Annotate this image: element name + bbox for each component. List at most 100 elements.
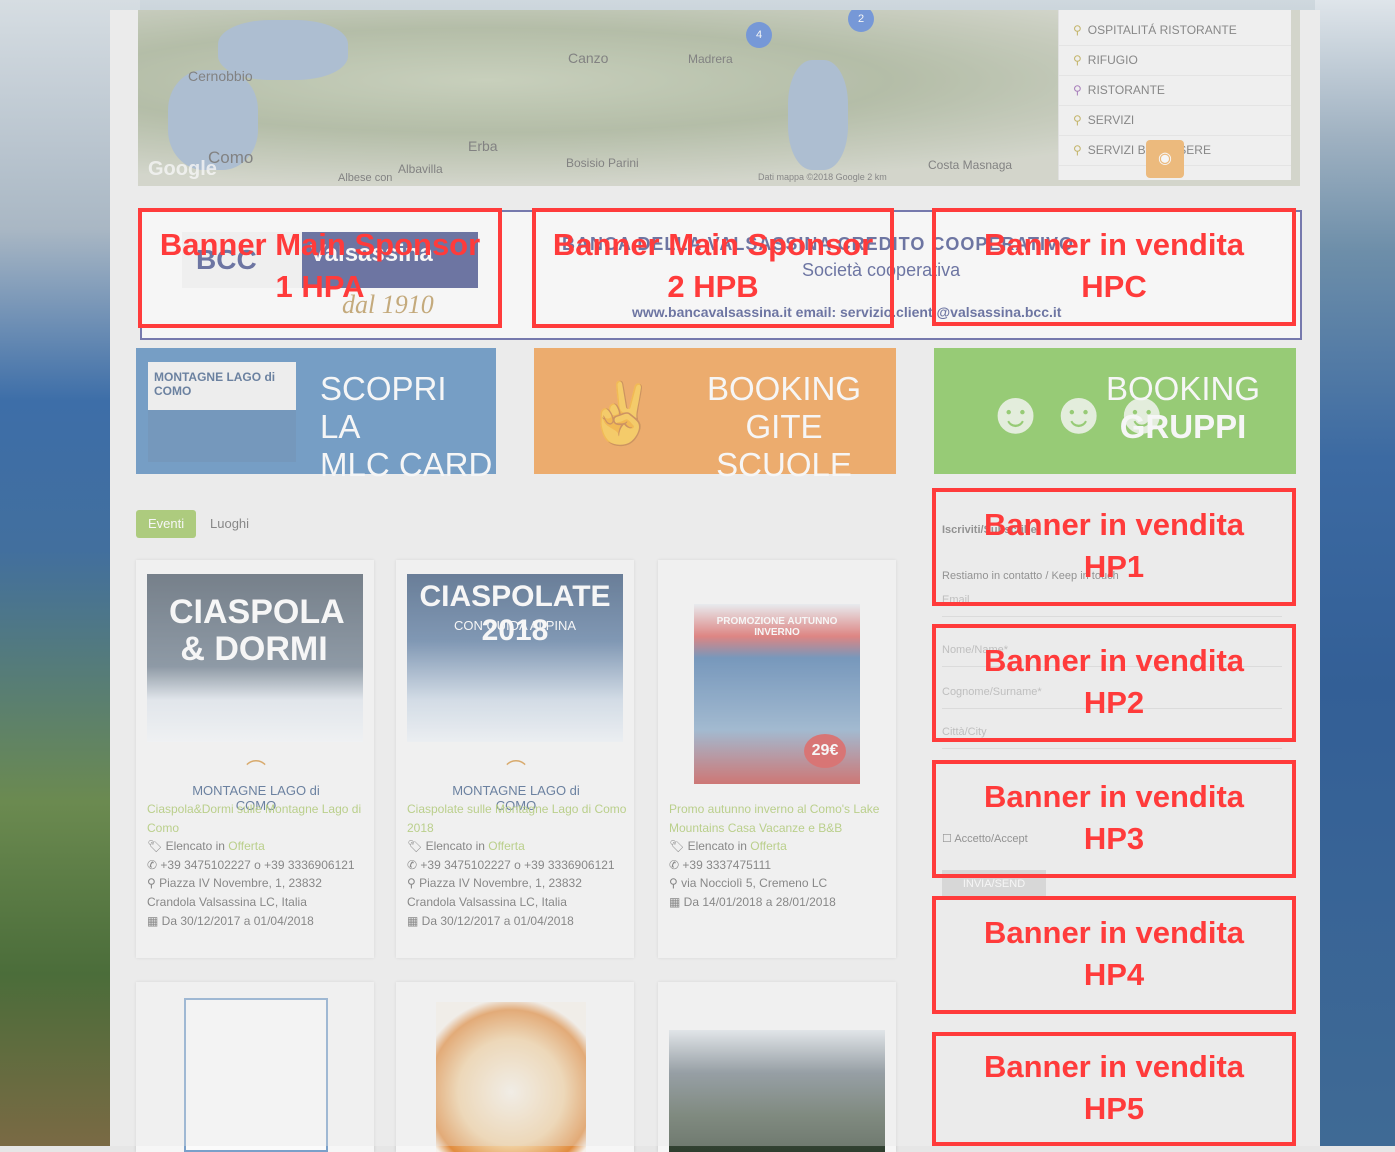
tab-eventi[interactable]: Eventi <box>136 510 197 538</box>
banner-hpa-label: Banner Main Sponsor 1 HPA <box>159 227 481 304</box>
mlc-tile-line1: SCOPRI LA <box>320 370 447 445</box>
phone-icon: ✆ <box>147 857 161 872</box>
google-logo: Google <box>148 158 217 180</box>
event-image <box>436 1002 586 1152</box>
map-label: Albavilla <box>398 162 443 176</box>
event-dates-row: ▦ Da 14/01/2018 a 28/01/2018 <box>669 893 889 912</box>
poi-label: SERVIZI <box>1087 113 1135 127</box>
poi-item[interactable]: ⚲ RIFUGIO <box>1059 46 1291 76</box>
category-link[interactable]: Offerta <box>488 839 524 853</box>
listed-label: Elencato in <box>425 839 485 854</box>
map[interactable]: Canzo Cernobbio Erba Como Bosisio Parini… <box>138 10 1300 186</box>
poi-item[interactable]: ⚲ RISTORANTE <box>1059 76 1291 106</box>
scuole-tile-text: BOOKING GITE SCUOLE <box>694 370 874 484</box>
event-phone-row: ✆ +39 3475102227 o +39 3336906121 <box>407 856 627 875</box>
event-address: Piazza IV Novembre, 1, 23832 Crandola Va… <box>147 876 322 909</box>
mlc-logo: ⌒ MONTAGNE LAGO di COMO <box>192 754 320 813</box>
school-trip-icon: ✌ <box>584 380 659 447</box>
map-label: Cernobbio <box>188 68 253 84</box>
event-card[interactable]: PROMOZIONE AUTUNNO INVERNO 29€ Promo aut… <box>658 560 896 958</box>
event-card[interactable] <box>396 982 634 1152</box>
banner-hp2-label: Banner in vendita HP2 <box>983 643 1245 720</box>
map-label: Costa Masnaga <box>928 158 1013 172</box>
banner-hpb-label: Banner Main Sponsor 2 HPB <box>552 227 874 304</box>
gruppi-tile-line1: BOOKING <box>1105 370 1261 407</box>
pin-icon: ⚲ <box>1073 53 1082 67</box>
mlc-card-strip <box>148 410 296 462</box>
event-category-row: 🏷 Elencato in Offerta <box>669 837 889 856</box>
event-image-subtitle: CON GUIDA ALPINA <box>453 618 577 633</box>
calendar-icon: ▦ <box>147 913 162 928</box>
event-title[interactable]: Promo autunno inverno al Como's Lake Mou… <box>669 800 889 837</box>
tag-icon: 🏷 <box>407 839 426 854</box>
event-image-title: CIASPOLA & DORMI <box>169 593 345 669</box>
poi-item[interactable]: ⚲ SERVIZI <box>1059 106 1291 136</box>
lake-shape <box>788 60 848 170</box>
event-phone: +39 3337475111 <box>682 857 772 872</box>
event-dates: Da 30/12/2017 a 01/04/2018 <box>161 913 314 928</box>
mlc-tile-text: SCOPRI LA MLC CARD <box>320 370 496 484</box>
pin-icon: ⚲ <box>1073 83 1082 97</box>
category-link[interactable]: Offerta <box>228 839 264 853</box>
gruppi-tile-text: BOOKING GRUPPI <box>1100 370 1266 446</box>
mountain-icon: ⌒ <box>506 760 526 782</box>
event-dates: Da 14/01/2018 a 28/01/2018 <box>683 894 836 909</box>
mlc-tile-line2: MLC CARD <box>320 445 493 483</box>
event-title[interactable]: Ciaspolate sulle Montagne Lago di Como 2… <box>407 800 627 837</box>
poi-label: RISTORANTE <box>1087 83 1165 97</box>
listed-label: Elencato in <box>165 839 225 854</box>
map-cluster-marker[interactable]: 2 <box>848 10 874 32</box>
phone-icon: ✆ <box>669 857 683 872</box>
calendar-icon: ▦ <box>669 894 684 909</box>
event-address-row: ⚲ Piazza IV Novembre, 1, 23832 Crandola … <box>407 874 627 911</box>
banner-hp3-label: Banner in vendita HP3 <box>983 779 1245 856</box>
mlc-card-image: MONTAGNE LAGO di COMO <box>148 362 296 462</box>
poi-label: RIFUGIO <box>1087 53 1138 67</box>
pin-icon: ⚲ <box>1073 143 1082 157</box>
map-label: Erba <box>468 138 498 154</box>
calendar-icon: ▦ <box>407 913 422 928</box>
mlc-card-tile[interactable]: MONTAGNE LAGO di COMO SCOPRI LA MLC CARD <box>136 348 496 483</box>
banner-hpc-label: Banner in vendita HPC <box>983 227 1245 304</box>
banner-hp4-label: Banner in vendita HP4 <box>983 915 1245 992</box>
map-cluster-marker[interactable]: 4 <box>746 22 772 48</box>
event-card[interactable]: CIASPOLATE 2018 CON GUIDA ALPINA ⌒ MONTAG… <box>396 560 634 958</box>
map-label: Albese con <box>338 172 393 184</box>
event-details: Ciaspolate sulle Montagne Lago di Como 2… <box>407 800 627 930</box>
event-image: CIASPOLATE 2018 CON GUIDA ALPINA <box>407 574 623 742</box>
event-image-title: PROMOZIONE AUTUNNO INVERNO <box>716 616 838 638</box>
location-icon: ⚲ <box>407 876 420 891</box>
event-card[interactable] <box>136 982 374 1152</box>
tag-icon: 🏷 <box>669 839 688 854</box>
event-image <box>669 1030 885 1152</box>
booking-gruppi-tile[interactable]: ☻☻☻ BOOKING GRUPPI <box>934 348 1296 474</box>
listed-label: Elencato in <box>687 839 747 854</box>
eye-toggle-icon[interactable]: ◉ <box>1146 140 1184 178</box>
event-dates: Da 30/12/2017 a 01/04/2018 <box>421 913 574 928</box>
event-title[interactable]: Ciaspola&Dormi sulle Montagne Lago di Co… <box>147 800 367 837</box>
event-card[interactable] <box>658 982 896 1152</box>
event-details: Ciaspola&Dormi sulle Montagne Lago di Co… <box>147 800 367 930</box>
event-phone: +39 3475102227 o +39 3336906121 <box>160 857 355 872</box>
category-link[interactable]: Offerta <box>750 839 786 853</box>
pin-icon: ⚲ <box>1073 113 1082 127</box>
map-label: Bosisio Parini <box>566 156 639 170</box>
banner-hp1-label: Banner in vendita HP1 <box>983 507 1245 584</box>
poi-item[interactable]: ⚲ OSPITALITÁ RISTORANTE <box>1059 16 1291 46</box>
gruppi-tile-line2: GRUPPI <box>1119 407 1247 445</box>
background-right-strip <box>1315 0 1395 1146</box>
event-details: Promo autunno inverno al Como's Lake Mou… <box>669 800 889 912</box>
mlc-logo: ⌒ MONTAGNE LAGO di COMO <box>452 754 580 813</box>
pin-icon: ⚲ <box>1073 23 1082 37</box>
mountain-icon: ⌒ <box>246 760 266 782</box>
event-dates-row: ▦ Da 30/12/2017 a 01/04/2018 <box>407 912 627 931</box>
booking-gite-scuole-tile[interactable]: ✌ BOOKING GITE SCUOLE <box>534 348 896 483</box>
event-card[interactable]: CIASPOLA & DORMI ⌒ MONTAGNE LAGO di COMO … <box>136 560 374 958</box>
map-credit: Dati mappa ©2018 Google 2 km <box>758 172 887 182</box>
location-icon: ⚲ <box>147 876 160 891</box>
location-icon: ⚲ <box>669 876 682 891</box>
map-label: Madrera <box>688 52 733 66</box>
event-phone-row: ✆ +39 3475102227 o +39 3336906121 <box>147 856 367 875</box>
event-category-row: 🏷 Elencato in Offerta <box>147 837 367 856</box>
tab-luoghi[interactable]: Luoghi <box>198 510 261 538</box>
